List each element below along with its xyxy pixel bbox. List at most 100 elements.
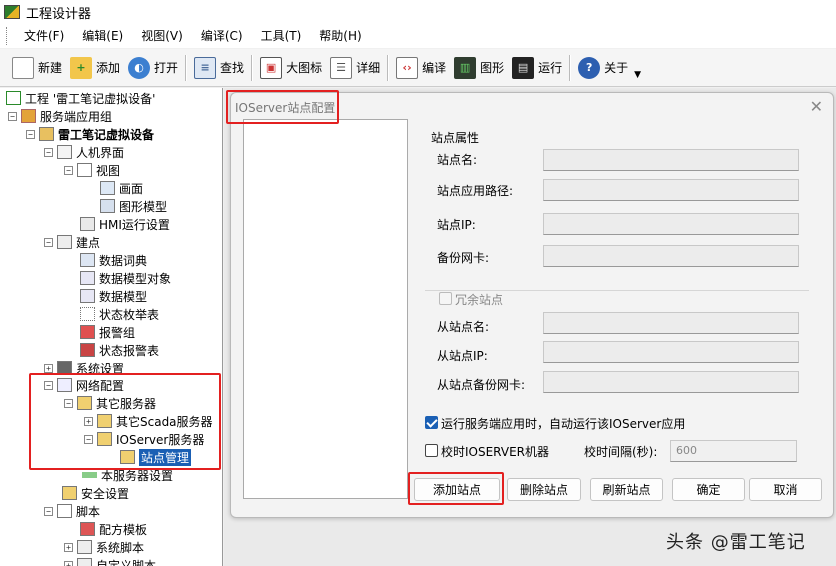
tree-item-view[interactable]: − 视图 bbox=[64, 161, 120, 179]
interval-field[interactable]: 600 bbox=[670, 440, 797, 462]
close-icon[interactable]: ✕ bbox=[810, 97, 823, 116]
slave-name-field[interactable] bbox=[543, 312, 799, 334]
title-bar: 工程设计器 bbox=[0, 0, 836, 24]
menu-edit[interactable]: 编辑(E) bbox=[73, 25, 132, 47]
project-check-icon bbox=[6, 91, 21, 105]
collapse-icon[interactable]: − bbox=[44, 237, 53, 247]
watermark: 头条 @雷工笔记 bbox=[666, 532, 806, 553]
graphics-button[interactable]: ▥ 图形 bbox=[450, 53, 508, 83]
tree-item-screen[interactable]: 画面 bbox=[100, 179, 143, 197]
toolbar: 新建 + 添加 ◐ 打开 ≡ 查找 ▣ 大图标 ☰ 详细 ‹› 编译 ▥ 图形 … bbox=[0, 49, 836, 87]
redundant-checkbox[interactable] bbox=[439, 292, 452, 305]
add-button[interactable]: + 添加 bbox=[66, 53, 124, 83]
tree-item-script[interactable]: − 脚本 bbox=[44, 502, 100, 520]
toolbar-separator bbox=[387, 54, 390, 81]
site-name-label: 站点名: bbox=[437, 153, 478, 167]
menu-view[interactable]: 视图(V) bbox=[132, 25, 192, 47]
highlight-network-config bbox=[29, 373, 221, 470]
toolbar-overflow-icon[interactable]: ▼ bbox=[634, 70, 641, 80]
screen-icon bbox=[100, 181, 115, 195]
menu-grip bbox=[6, 27, 9, 45]
toolbar-separator bbox=[185, 54, 188, 81]
tree-item-server-app-group[interactable]: − 服务端应用组 bbox=[8, 107, 112, 125]
auto-run-checkbox[interactable] bbox=[425, 416, 438, 429]
menu-tools[interactable]: 工具(T) bbox=[252, 25, 311, 47]
graphics-icon: ▥ bbox=[454, 56, 477, 79]
tree-item-state-alarm-table[interactable]: 状态报警表 bbox=[80, 341, 159, 359]
delete-site-button[interactable]: 删除站点 bbox=[507, 478, 581, 501]
tree-item-custom-script[interactable]: + 自定义脚本 bbox=[64, 556, 156, 566]
site-name-field[interactable] bbox=[543, 149, 799, 171]
cancel-button[interactable]: 取消 bbox=[749, 478, 822, 501]
menu-file[interactable]: 文件(F) bbox=[15, 25, 73, 47]
app-icon bbox=[4, 5, 20, 19]
menu-help[interactable]: 帮助(H) bbox=[310, 25, 370, 47]
ok-button[interactable]: 确定 bbox=[672, 478, 745, 501]
about-button[interactable]: ? 关于 bbox=[574, 53, 632, 83]
collapse-icon[interactable]: − bbox=[44, 147, 53, 157]
tree-item-points[interactable]: − 建点 bbox=[44, 233, 100, 251]
tree-item-data-dictionary[interactable]: 数据词典 bbox=[80, 251, 147, 269]
backup-nic-label: 备份网卡: bbox=[437, 251, 490, 265]
expand-icon[interactable]: + bbox=[64, 560, 73, 566]
site-ip-field[interactable] bbox=[543, 213, 799, 235]
highlight-dialog-title bbox=[226, 90, 339, 124]
site-app-path-field[interactable] bbox=[543, 179, 799, 201]
slave-backup-nic-field[interactable] bbox=[543, 371, 799, 393]
time-sync-label: 校时IOSERVER机器 bbox=[441, 445, 549, 459]
site-list[interactable] bbox=[243, 119, 408, 499]
find-button[interactable]: ≡ 查找 bbox=[190, 53, 248, 83]
collapse-icon[interactable]: − bbox=[44, 506, 53, 516]
tree-item-state-enum[interactable]: 状态枚举表 bbox=[80, 305, 159, 323]
auto-run-label: 运行服务端应用时，自动运行该IOServer应用 bbox=[441, 417, 686, 431]
window-title: 工程设计器 bbox=[26, 6, 92, 22]
run-button[interactable]: ▤ 运行 bbox=[508, 53, 566, 83]
backup-nic-field[interactable] bbox=[543, 245, 799, 267]
system-script-icon bbox=[77, 540, 92, 554]
refresh-site-button[interactable]: 刷新站点 bbox=[590, 478, 663, 501]
highlight-add-site bbox=[408, 472, 504, 505]
open-button[interactable]: ◐ 打开 bbox=[124, 53, 182, 83]
model-object-icon bbox=[80, 271, 95, 285]
tree-item-project[interactable]: 工程 '雷工笔记虚拟设备' bbox=[6, 89, 155, 107]
new-button[interactable]: 新建 bbox=[8, 53, 66, 83]
device-icon bbox=[39, 127, 54, 141]
tree-item-data-model-object[interactable]: 数据模型对象 bbox=[80, 269, 171, 287]
tree-item-recipe-template[interactable]: 配方模板 bbox=[80, 520, 147, 538]
collapse-icon[interactable]: − bbox=[8, 111, 17, 121]
toolbar-separator bbox=[251, 54, 254, 81]
collapse-icon[interactable]: − bbox=[64, 165, 73, 175]
tree-item-security[interactable]: 安全设置 bbox=[62, 484, 129, 502]
compile-button[interactable]: ‹› 编译 bbox=[392, 53, 450, 83]
dictionary-icon bbox=[80, 253, 95, 267]
site-ip-label: 站点IP: bbox=[437, 218, 476, 232]
collapse-icon[interactable]: − bbox=[26, 129, 35, 139]
help-icon: ? bbox=[578, 56, 601, 79]
expand-icon[interactable]: + bbox=[44, 363, 53, 373]
tree-item-graphic-model[interactable]: 图形模型 bbox=[100, 197, 167, 215]
expand-icon[interactable]: + bbox=[64, 542, 73, 552]
find-icon: ≡ bbox=[194, 56, 217, 79]
menu-compile[interactable]: 编译(C) bbox=[192, 25, 252, 47]
tree-item-system-script[interactable]: + 系统脚本 bbox=[64, 538, 144, 556]
slave-name-label: 从站点名: bbox=[437, 320, 490, 334]
redundant-label: 冗余站点 bbox=[455, 293, 504, 307]
tree-item-device[interactable]: − 雷工笔记虚拟设备 bbox=[26, 125, 154, 143]
toolbar-separator bbox=[569, 54, 572, 81]
recipe-icon bbox=[80, 522, 95, 536]
tree-item-alarm-group[interactable]: 报警组 bbox=[80, 323, 135, 341]
interval-value: 600 bbox=[676, 444, 697, 457]
tree-item-hmi[interactable]: − 人机界面 bbox=[44, 143, 124, 161]
tree-item-hmi-run-settings[interactable]: HMI运行设置 bbox=[80, 215, 170, 233]
run-icon: ▤ bbox=[512, 56, 535, 79]
hmi-icon bbox=[57, 145, 72, 159]
script-icon bbox=[57, 504, 72, 518]
tree-item-data-model[interactable]: 数据模型 bbox=[80, 287, 147, 305]
time-sync-checkbox[interactable] bbox=[425, 444, 438, 457]
ioserver-site-dialog: IOServer站点配置 ✕ 站点属性 站点名: 站点应用路径: 站点IP: 备… bbox=[230, 92, 834, 518]
slave-ip-field[interactable] bbox=[543, 341, 799, 363]
large-icons-button[interactable]: ▣ 大图标 bbox=[256, 53, 326, 83]
details-button[interactable]: ☰ 详细 bbox=[326, 53, 384, 83]
custom-script-icon bbox=[77, 558, 92, 566]
compile-icon: ‹› bbox=[396, 56, 419, 79]
